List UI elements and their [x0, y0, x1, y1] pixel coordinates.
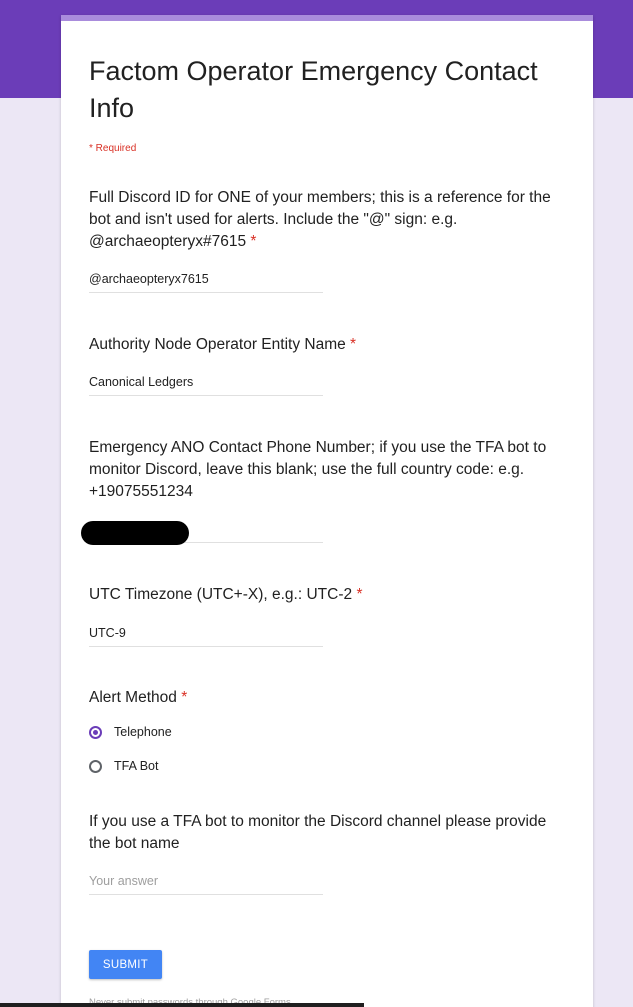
card-accent-strip	[61, 15, 593, 21]
question-label: UTC Timezone (UTC+-X), e.g.: UTC-2	[89, 586, 353, 603]
question-label: Alert Method	[89, 689, 177, 706]
required-asterisk: *	[250, 233, 257, 250]
utc-timezone-value: UTC-9	[89, 626, 126, 640]
required-note: * Required	[89, 143, 137, 154]
entity-name-value: Canonical Ledgers	[89, 375, 194, 389]
radio-option-tfa-bot[interactable]: TFA Bot	[89, 756, 158, 776]
question-bot-name: If you use a TFA bot to monitor the Disc…	[89, 811, 564, 855]
question-utc-timezone: UTC Timezone (UTC+-X), e.g.: UTC-2 *	[89, 584, 564, 606]
form-card: Factom Operator Emergency Contact Info *…	[61, 15, 593, 1007]
radio-unchecked-icon[interactable]	[89, 759, 102, 773]
form-title: Factom Operator Emergency Contact Info	[89, 56, 538, 123]
radio-option-telephone[interactable]: Telephone	[89, 722, 172, 742]
question-label: Authority Node Operator Entity Name	[89, 336, 346, 353]
discord-id-field[interactable]: @archaeopteryx7615	[89, 270, 323, 293]
discord-id-value: @archaeopteryx7615	[89, 272, 209, 286]
radio-label-tfa-bot: TFA Bot	[114, 759, 159, 773]
bot-name-field[interactable]: Your answer	[89, 872, 323, 895]
redaction-blot	[81, 521, 189, 545]
question-label: Emergency ANO Contact Phone Number; if y…	[89, 439, 547, 500]
submit-button[interactable]: SUBMIT	[89, 950, 162, 979]
bottom-bar	[0, 1003, 364, 1007]
question-phone-number: Emergency ANO Contact Phone Number; if y…	[89, 437, 564, 503]
bot-name-placeholder: Your answer	[89, 874, 159, 888]
question-label: Full Discord ID for ONE of your members;…	[89, 189, 551, 250]
required-asterisk: *	[350, 336, 357, 353]
question-label: If you use a TFA bot to monitor the Disc…	[89, 813, 547, 852]
question-discord-id: Full Discord ID for ONE of your members;…	[89, 187, 564, 253]
question-entity-name: Authority Node Operator Entity Name *	[89, 334, 564, 356]
radio-label-telephone: Telephone	[114, 725, 172, 739]
required-asterisk: *	[356, 586, 363, 603]
entity-name-field[interactable]: Canonical Ledgers	[89, 373, 323, 396]
radio-checked-icon[interactable]	[89, 725, 102, 739]
utc-timezone-field[interactable]: UTC-9	[89, 624, 323, 647]
required-asterisk: *	[181, 689, 188, 706]
question-alert-method: Alert Method *	[89, 687, 564, 709]
